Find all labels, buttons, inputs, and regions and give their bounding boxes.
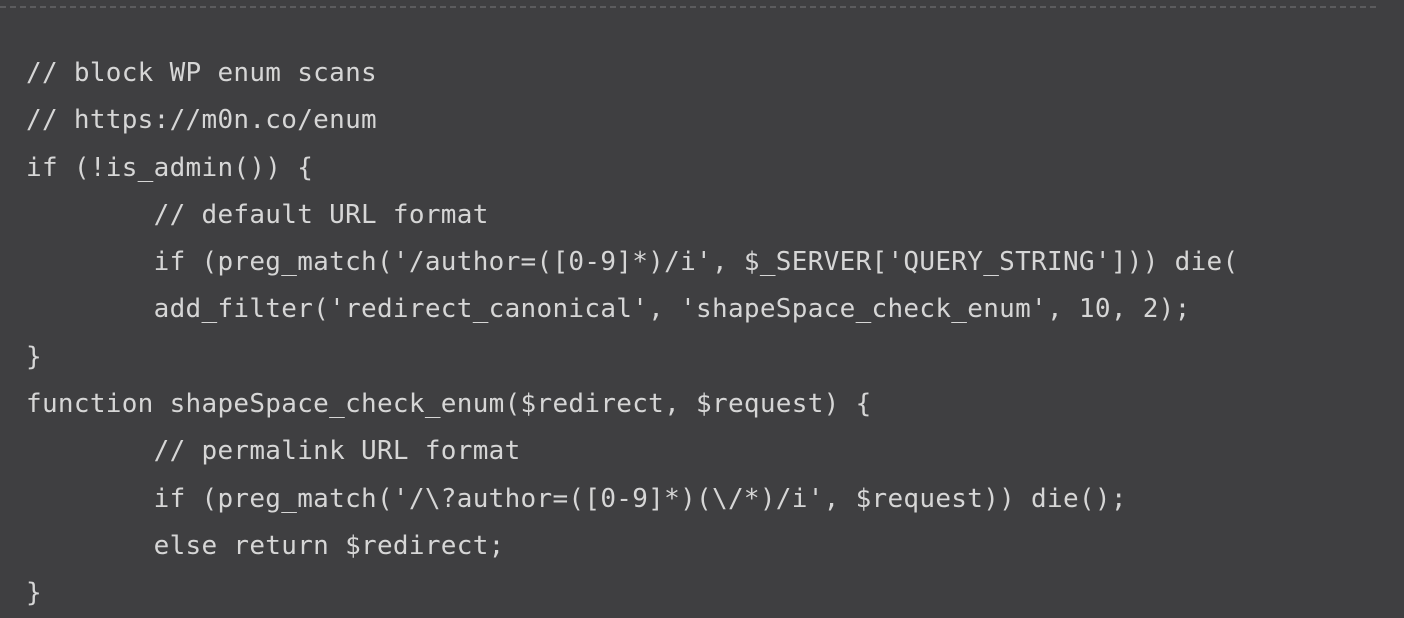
code-line: if (preg_match('/\?author=([0-9]*)(\/*)/… <box>26 483 1127 514</box>
code-editor-view[interactable]: // block WP enum scans // https://m0n.co… <box>0 0 1404 618</box>
code-line: // block WP enum scans <box>26 58 377 88</box>
code-line: } <box>26 341 42 372</box>
code-line: if (!is_admin()) { <box>26 152 314 183</box>
code-line: // permalink URL format <box>26 436 521 467</box>
code-line: function shapeSpace_check_enum($redirect… <box>26 389 872 420</box>
dashed-top-border <box>0 6 1376 8</box>
code-block: // block WP enum scans // https://m0n.co… <box>26 50 1238 618</box>
code-line: else return $redirect; <box>26 530 505 561</box>
code-line: if (preg_match('/author=([0-9]*)/i', $_S… <box>26 247 1239 278</box>
code-line: } <box>26 578 42 609</box>
code-line: // https://m0n.co/enum <box>26 105 377 136</box>
code-line: // default URL format <box>26 199 489 230</box>
code-line: add_filter('redirect_canonical', 'shapeS… <box>26 294 1191 325</box>
